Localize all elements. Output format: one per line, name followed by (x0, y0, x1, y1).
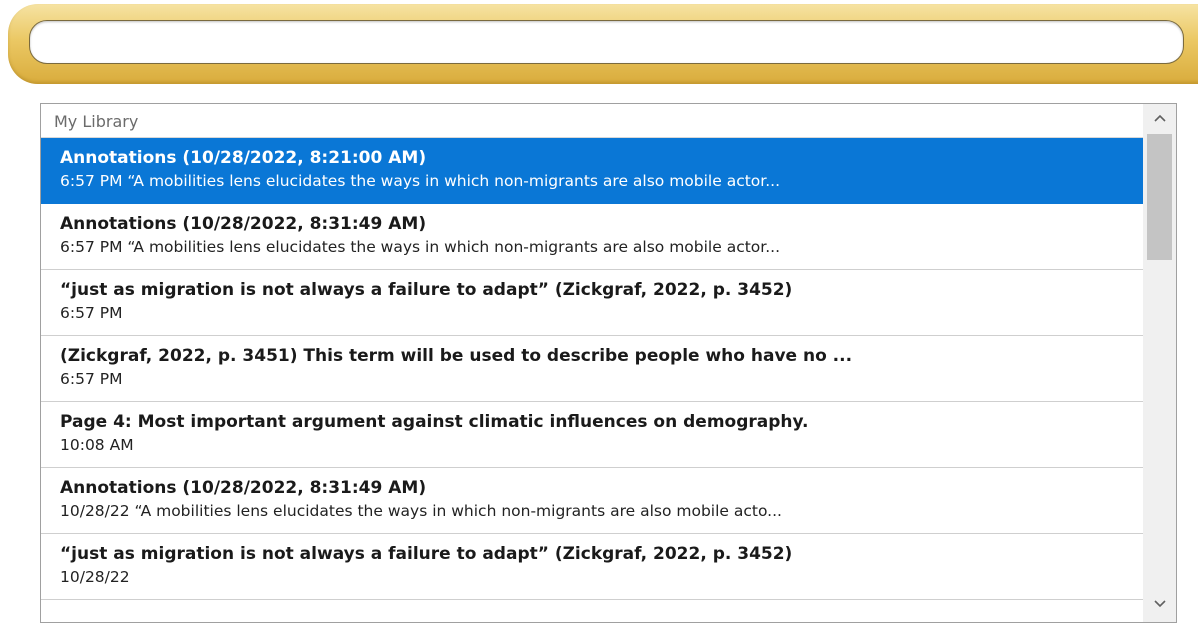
list-item[interactable]: Annotations (10/28/2022, 8:31:49 AM) 6:5… (41, 204, 1143, 270)
item-title: Annotations (10/28/2022, 8:21:00 AM) (60, 148, 427, 168)
list-item[interactable]: “just as migration is not always a failu… (41, 534, 1143, 600)
item-subtitle: 6:57 PM (60, 304, 123, 322)
chevron-up-icon[interactable] (1143, 104, 1176, 132)
list-header: My Library (41, 104, 1143, 138)
scrollbar-thumb[interactable] (1147, 134, 1172, 260)
list-item[interactable]: Page 4: Most important argument against … (41, 402, 1143, 468)
item-title: “just as migration is not always a failu… (60, 544, 793, 564)
list-item[interactable]: Annotations (10/28/2022, 8:21:00 AM) 6:5… (41, 138, 1143, 204)
item-title: “just as migration is not always a failu… (60, 280, 793, 300)
list-item[interactable]: “just as migration is not always a failu… (41, 270, 1143, 336)
item-title: Annotations (10/28/2022, 8:31:49 AM) (60, 478, 427, 498)
vertical-scrollbar[interactable] (1143, 104, 1176, 622)
item-subtitle: 10/28/22 (60, 568, 130, 586)
search-input[interactable] (29, 20, 1184, 64)
item-title: (Zickgraf, 2022, p. 3451) This term will… (60, 346, 853, 366)
item-subtitle: 6:57 PM “A mobilities lens elucidates th… (60, 172, 781, 190)
item-subtitle: 6:57 PM (60, 370, 123, 388)
chevron-down-icon[interactable] (1143, 590, 1176, 618)
item-title: Page 4: Most important argument against … (60, 412, 809, 432)
list-item[interactable]: (Zickgraf, 2022, p. 3451) This term will… (41, 336, 1143, 402)
list-items: Annotations (10/28/2022, 8:21:00 AM) 6:5… (41, 138, 1143, 600)
item-subtitle: 10/28/22 “A mobilities lens elucidates t… (60, 502, 782, 520)
library-list: My Library Annotations (10/28/2022, 8:21… (40, 103, 1177, 623)
item-title: Annotations (10/28/2022, 8:31:49 AM) (60, 214, 427, 234)
list-item[interactable]: Annotations (10/28/2022, 8:31:49 AM) 10/… (41, 468, 1143, 534)
item-subtitle: 6:57 PM “A mobilities lens elucidates th… (60, 238, 781, 256)
item-subtitle: 10:08 AM (60, 436, 134, 454)
